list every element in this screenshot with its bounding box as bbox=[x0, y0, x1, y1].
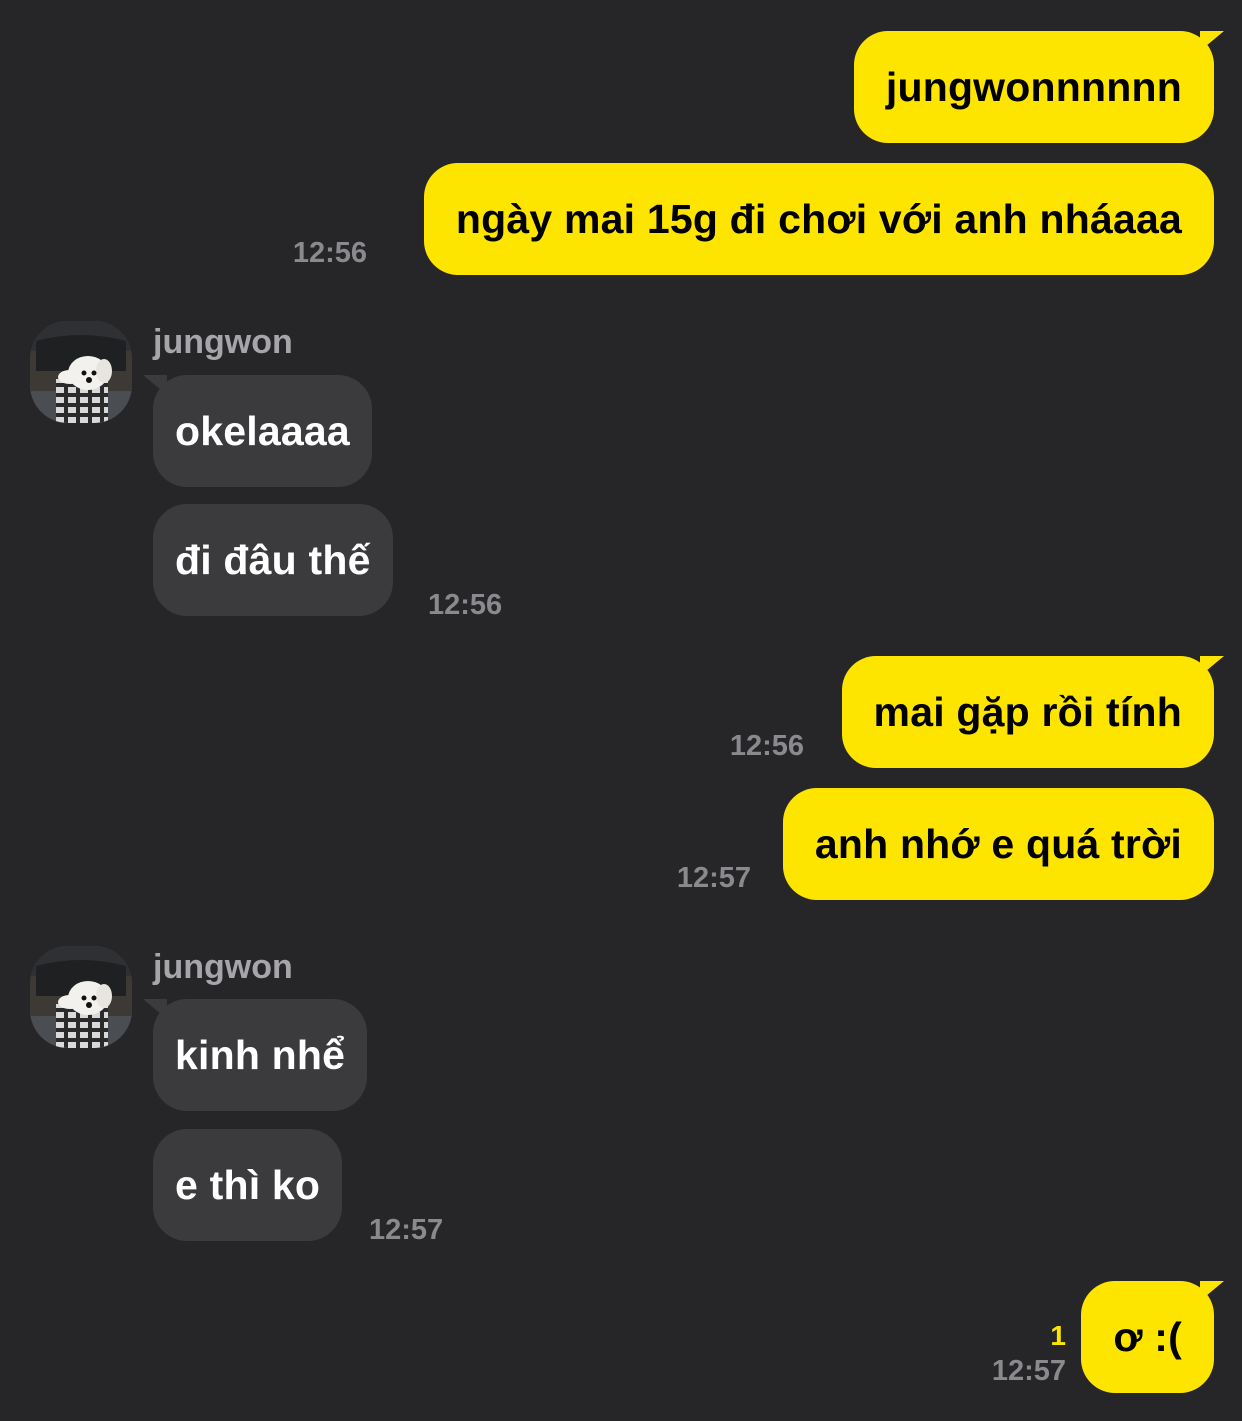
message-text: mai gặp rồi tính bbox=[873, 689, 1182, 735]
message-bubble-outgoing[interactable]: ngày mai 15g đi chơi với anh nháaaa bbox=[423, 163, 1214, 275]
message-bubble-incoming[interactable]: e thì ko bbox=[153, 1129, 343, 1241]
message-timestamp: 12:56 bbox=[729, 730, 804, 762]
dog-photo-avatar-icon bbox=[30, 946, 132, 1048]
unread-count-badge: 1 bbox=[1050, 1320, 1066, 1351]
message-bubble-outgoing[interactable]: anh nhớ e quá trời bbox=[782, 788, 1214, 900]
message-text: đi đâu thế bbox=[175, 537, 371, 583]
message-timestamp: 12:57 bbox=[676, 862, 751, 894]
message-timestamp: 12:56 bbox=[428, 589, 503, 621]
bubble-tail bbox=[1200, 1281, 1224, 1301]
bubble-tail bbox=[143, 375, 167, 395]
message-bubble-outgoing[interactable]: ơ :( bbox=[1081, 1281, 1224, 1393]
message-bubble-incoming[interactable]: đi đâu thế bbox=[153, 504, 393, 616]
bubble-tail bbox=[143, 999, 167, 1019]
message-timestamp: 12:57 bbox=[369, 1214, 444, 1246]
message-timestamp: 12:57 bbox=[991, 1355, 1066, 1387]
message-bubble-outgoing[interactable]: mai gặp rồi tính bbox=[841, 656, 1224, 768]
message-bubble-outgoing[interactable]: jungwonnnnnn bbox=[853, 31, 1224, 143]
message-bubble-incoming[interactable]: kinh nhể bbox=[143, 999, 368, 1111]
message-timestamp: 12:56 bbox=[292, 237, 367, 269]
message-bubble-incoming[interactable]: okelaaaa bbox=[143, 375, 372, 487]
message-text: e thì ko bbox=[175, 1162, 321, 1208]
message-text: kinh nhể bbox=[175, 1032, 346, 1078]
contact-avatar[interactable] bbox=[30, 946, 132, 1048]
message-text: okelaaaa bbox=[175, 408, 350, 454]
bubble-tail bbox=[1200, 31, 1224, 51]
message-text: jungwonnnnnn bbox=[885, 64, 1182, 110]
message-text: ơ :( bbox=[1113, 1314, 1182, 1360]
message-text: anh nhớ e quá trời bbox=[814, 821, 1182, 867]
sender-name: jungwon bbox=[153, 948, 293, 986]
contact-avatar[interactable] bbox=[30, 321, 132, 423]
sender-name: jungwon bbox=[153, 323, 293, 361]
bubble-tail bbox=[1200, 656, 1224, 676]
dog-photo-avatar-icon bbox=[30, 321, 132, 423]
message-text: ngày mai 15g đi chơi với anh nháaaa bbox=[455, 196, 1182, 242]
